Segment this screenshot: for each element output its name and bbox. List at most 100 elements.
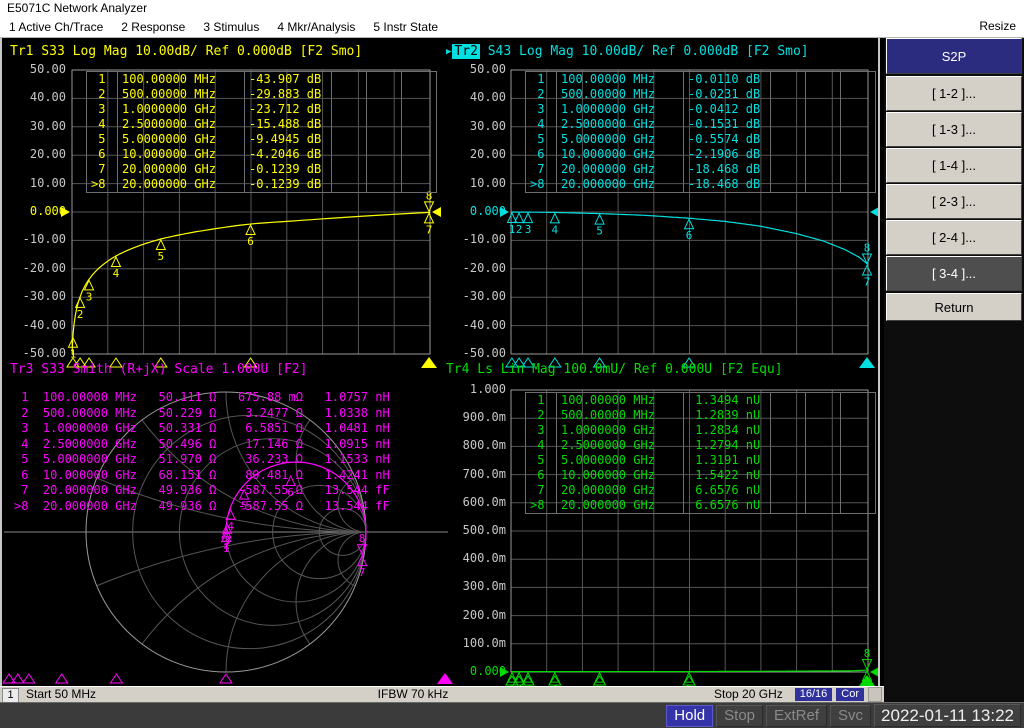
menu-item-1[interactable]: 1 Active Ch/Trace [0,20,112,34]
y-axis-tick: 30.00 [469,118,506,133]
trace-name[interactable]: Tr1 [10,44,33,59]
softkey-button-1[interactable]: [ 1-2 ]... [886,76,1022,111]
marker-axis[interactable] [109,673,124,684]
marker-glyph[interactable] [861,264,873,276]
marker-label: 7 [864,275,871,288]
trace-name[interactable]: Tr3 [10,362,33,377]
table-cell: 6 [525,468,557,483]
table-cell [770,102,806,117]
table-cell [840,438,876,453]
softkey-button-2[interactable]: [ 1-3 ]... [886,112,1022,147]
table-cell [366,177,402,193]
table-row: 5 5.0000000 GHz 1.3191 nU [525,453,876,468]
display-left-border [0,38,2,702]
table-cell [770,132,806,147]
table-cell [840,87,876,102]
softkey-button-6[interactable]: [ 3-4 ]... [886,256,1022,291]
table-cell: 100.00000 MHz [556,392,684,408]
softkey-button-5[interactable]: [ 2-4 ]... [886,220,1022,255]
softkey-button-3[interactable]: [ 1-4 ]... [886,148,1022,183]
menu-item-4[interactable]: 4 Mkr/Analysis [268,20,364,34]
y-axis-tick: -50.00 [462,346,506,360]
active-marker-axis[interactable] [421,357,437,368]
table-cell [401,132,437,147]
active-marker-axis[interactable] [859,675,875,686]
table-cell [840,483,876,498]
marker-glyph[interactable] [155,238,167,250]
table-row: 1 100.00000 MHz 50.111 Ω 675.88 mΩ 1.075… [14,390,390,404]
marker-glyph[interactable] [522,211,534,224]
table-cell: >8 [525,177,557,193]
y-axis-tick: 1.000 [469,382,506,396]
table-cell [805,498,841,514]
marker-axis[interactable] [54,673,69,684]
marker-label: 8 [359,532,366,545]
y-axis-tick: 100.0m [462,635,506,650]
marker-readout-table: 1 100.00000 MHz 1.3494 nU 2 500.00000 MHz … [525,392,876,514]
table-cell [331,132,367,147]
instrument-status-bar: Hold Stop ExtRef Svc 2022-01-11 13:22 [0,702,1024,728]
marker-glyph[interactable] [549,212,561,224]
table-cell: -18.468 dB [683,177,771,193]
trace4-title: Tr4 Ls Lin Mag 100.0mU/ Ref 0.000U [F2 E… [446,362,783,377]
marker-glyph[interactable] [423,201,435,213]
return-button[interactable]: Return [886,293,1022,321]
trace-name[interactable]: Tr4 [446,362,469,377]
marker-label: 5 [596,225,603,238]
y-axis-tick: 700.0m [462,466,506,481]
table-cell: 4 [86,117,118,132]
resize-button[interactable]: Resize [979,19,1016,33]
y-axis-tick: -40.00 [462,317,506,332]
marker-axis[interactable] [21,673,36,684]
table-cell [770,177,806,193]
marker-glyph[interactable] [423,212,435,224]
softkey-button-4[interactable]: [ 2-3 ]... [886,184,1022,219]
table-row: >8 20.000000 GHz -0.1239 dB [86,177,437,193]
marker-glyph[interactable] [861,253,873,265]
marker-axis[interactable] [219,673,233,684]
table-cell [805,468,841,483]
table-cell: 7 [525,483,557,498]
table-cell: 100.00000 MHz [117,71,245,87]
table-row: 2 500.00000 MHz -29.883 dB [86,87,437,102]
y-axis-tick: -30.00 [22,289,66,304]
table-row: 7 20.000000 GHz -0.1239 dB [86,162,437,177]
y-axis-tick: 10.00 [469,175,506,190]
marker-label: 3 [224,534,231,547]
table-cell: >8 [525,498,557,514]
y-axis-tick: -30.00 [462,289,506,304]
table-cell: 5 [525,453,557,468]
table-row: 4 2.5000000 GHz 1.2794 nU [525,438,876,453]
marker-label: 3 [86,290,93,303]
table-cell [366,102,402,117]
trace-format-text: S43 Log Mag 10.00dB/ Ref 0.000dB [F2 Smo… [479,44,809,59]
trace2-title: ▶ Tr2 S43 Log Mag 10.00dB/ Ref 0.000dB [F… [446,44,809,59]
table-cell [840,117,876,132]
trace-name[interactable]: Tr2 [452,44,480,59]
table-row: 2 500.00000 MHz -0.0231 dB [525,87,876,102]
active-marker-axis[interactable] [859,357,875,368]
table-row: >8 20.000000 GHz -18.468 dB [525,177,876,193]
table-cell: -18.468 dB [683,162,771,177]
table-cell [770,87,806,102]
table-cell [840,147,876,162]
marker-glyph[interactable] [861,659,873,671]
menu-item-5[interactable]: 5 Instr State [364,20,447,34]
table-cell [840,162,876,177]
menu-item-2[interactable]: 2 Response [112,20,194,34]
marker-label: 5 [158,250,165,263]
y-axis-tick: -10.00 [462,232,506,247]
table-row: 4 2.5000000 GHz -0.1531 dB [525,117,876,132]
marker-label: 6 [686,229,693,242]
table-row: 3 1.0000000 GHz 1.2834 nU [525,423,876,438]
extref-indicator: ExtRef [766,704,828,727]
y-axis-tick: 50.00 [29,62,66,76]
menu-item-3[interactable]: 3 Stimulus [194,20,268,34]
table-row: 5 5.0000000 GHz -0.5574 dB [525,132,876,147]
y-axis-tick: 30.00 [29,118,66,133]
table-cell [331,177,367,193]
marker-label: 3 [525,223,532,236]
marker-glyph[interactable] [594,213,605,225]
y-axis-tick: 0.000 [469,204,506,218]
table-cell: -29.883 dB [244,87,332,102]
